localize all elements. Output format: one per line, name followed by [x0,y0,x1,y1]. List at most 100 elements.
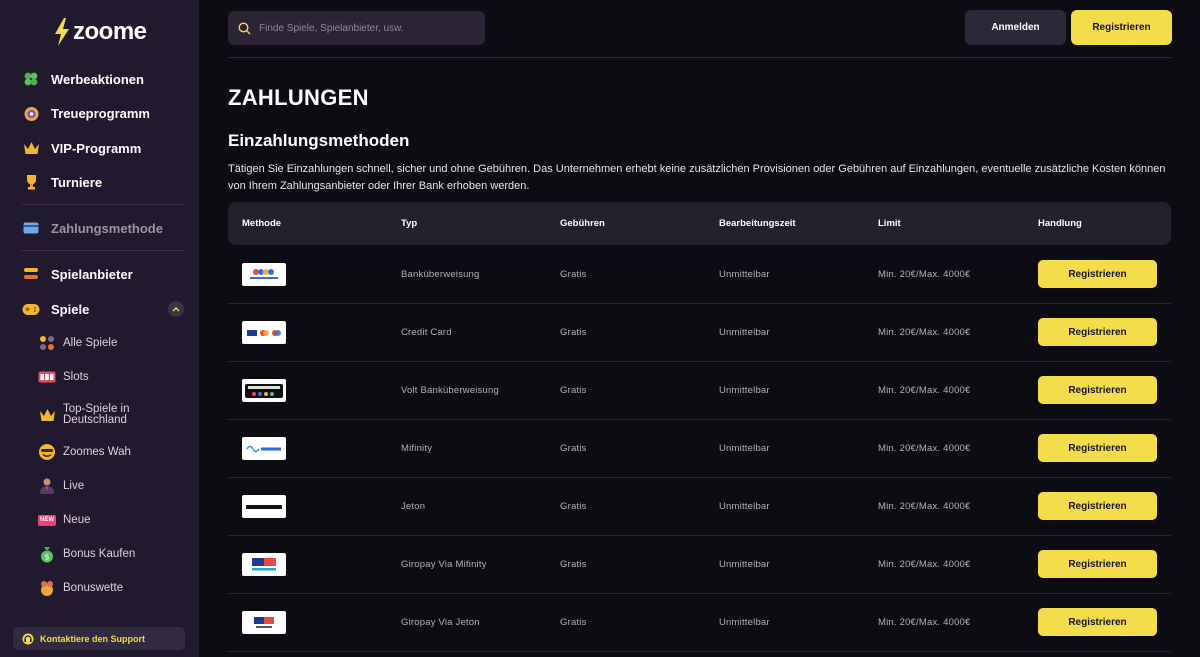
sidebar-subitem-alle-spiele[interactable]: Alle Spiele [37,333,117,353]
bolt-icon [55,18,69,46]
logo-text: zoome [73,18,147,45]
jetonbank-logo [242,495,286,518]
sidebar: zoome Werbeaktionen Treueprogramm VIP-Pr… [0,0,199,657]
payment-limit: Min. 20€/Max. 4000€ [878,559,971,570]
payment-limit: Min. 20€/Max. 4000€ [878,327,971,338]
section-title: Einzahlungsmethoden [228,131,410,150]
mifinity-logo [242,437,286,460]
support-button[interactable]: Kontaktiere den Support [13,627,185,650]
header-divider [228,57,1171,58]
payment-fee: Gratis [560,443,587,454]
grid-icon [37,333,57,353]
sidebar-subitem-live[interactable]: Live [37,476,84,496]
sidebar-subitem-bonus-kaufen[interactable]: $ Bonus Kaufen [37,544,135,564]
volt-logo [242,379,286,402]
payment-fee: Gratis [560,327,587,338]
page-title: ZAHLUNGEN [228,85,369,110]
zoome-logo[interactable]: zoome [53,17,147,47]
register-button[interactable]: Registrieren [1038,608,1157,636]
register-button[interactable]: Registrieren [1038,260,1157,288]
giropay-jeton-logo [242,611,286,634]
register-button[interactable]: Registrieren [1038,318,1157,346]
table-header: Methode Typ Gebühren Bearbeitungszeit Li… [228,202,1171,245]
new-badge-icon: NEW [37,510,57,530]
giropay-mifinity-logo [242,553,286,576]
table-row: Jeton Gratis Unmittelbar Min. 20€/Max. 4… [228,478,1171,536]
register-button[interactable]: Registrieren [1038,434,1157,462]
card-icon [22,219,40,237]
svg-text:$: $ [44,553,49,562]
slot-icon [37,367,57,387]
payment-type: Mifinity [401,443,433,454]
payment-fee: Gratis [560,269,587,280]
crown-icon [37,405,57,425]
trophy-icon [22,173,40,191]
column-header: Handlung [1038,218,1082,229]
clover-icon [22,70,40,88]
gift-icon [37,578,57,598]
headset-icon [22,633,34,644]
sidebar-subitem-bonuswette[interactable]: Bonuswette [37,578,123,598]
search-bar[interactable] [228,11,485,45]
sidebar-item-spiele[interactable]: Spiele [22,297,89,321]
sidebar-subitem-neue[interactable]: NEW Neue [37,510,91,530]
register-button[interactable]: Registrieren [1038,492,1157,520]
table-row: Banküberweisung Gratis Unmittelbar Min. … [228,246,1171,304]
register-button[interactable]: Registrieren [1038,550,1157,578]
sidebar-item-treueprogramm[interactable]: Treueprogramm [22,101,150,125]
table-row: Credit Card Gratis Unmittelbar Min. 20€/… [228,304,1171,362]
collapse-games-toggle[interactable] [168,301,184,317]
payment-time: Unmittelbar [719,385,770,396]
payment-limit: Min. 20€/Max. 4000€ [878,617,971,628]
gamepad-icon [22,300,40,318]
dealer-icon [37,476,57,496]
sidebar-divider [22,250,184,251]
payment-fee: Gratis [560,501,587,512]
payment-limit: Min. 20€/Max. 4000€ [878,385,971,396]
login-button[interactable]: Anmelden [965,10,1066,45]
table-row: Giropay Via Mifinity Gratis Unmittelbar … [228,536,1171,594]
payment-type: Giropay Via Jeton [401,617,480,628]
search-input[interactable] [259,22,479,34]
payment-fee: Gratis [560,559,587,570]
payment-time: Unmittelbar [719,501,770,512]
payment-fee: Gratis [560,617,587,628]
payment-fee: Gratis [560,385,587,396]
sidebar-subitem-slots[interactable]: Slots [37,367,89,387]
payment-time: Unmittelbar [719,443,770,454]
sidebar-subitem-zoomes-wah[interactable]: Zoomes Wah [37,442,131,462]
payment-limit: Min. 20€/Max. 4000€ [878,443,971,454]
payment-time: Unmittelbar [719,617,770,628]
sidebar-item-spielanbieter[interactable]: Spielanbieter [22,262,133,286]
crown-icon [22,139,40,157]
register-button[interactable]: Registrieren [1038,376,1157,404]
payment-time: Unmittelbar [719,559,770,570]
smiley-icon [37,442,57,462]
sidebar-item-turniere[interactable]: Turniere [22,170,102,194]
sidebar-item-werbeaktionen[interactable]: Werbeaktionen [22,67,144,91]
chevron-up-icon [172,307,180,312]
payment-type: Volt Banküberweisung [401,385,500,396]
sidebar-item-zahlungsmethode[interactable]: Zahlungsmethode [22,216,163,240]
column-header: Limit [878,218,901,229]
column-header: Methode [242,218,282,229]
column-header: Gebühren [560,218,605,229]
payment-limit: Min. 20€/Max. 4000€ [878,269,971,280]
bank-transfer-logo [242,263,286,286]
register-button[interactable]: Registrieren [1071,10,1172,45]
payment-time: Unmittelbar [719,327,770,338]
payment-type: Jeton [401,501,426,512]
table-row: Mifinity Gratis Unmittelbar Min. 20€/Max… [228,420,1171,478]
providers-icon [22,265,40,283]
payment-type: Banküberweisung [401,269,480,280]
sidebar-divider [22,204,184,205]
column-header: Typ [401,218,418,229]
table-row: Volt Banküberweisung Gratis Unmittelbar … [228,362,1171,420]
section-description: Tätigen Sie Einzahlungen schnell, sicher… [228,163,1166,192]
sidebar-subitem-top-spiele[interactable]: Top-Spiele in Deutschland [37,403,153,426]
payment-type: Giropay Via Mifinity [401,559,487,570]
sidebar-item-vip-programm[interactable]: VIP-Programm [22,136,141,160]
table-row: Giropay Via Jeton Gratis Unmittelbar Min… [228,594,1171,652]
payment-limit: Min. 20€/Max. 4000€ [878,501,971,512]
search-icon [238,21,251,34]
